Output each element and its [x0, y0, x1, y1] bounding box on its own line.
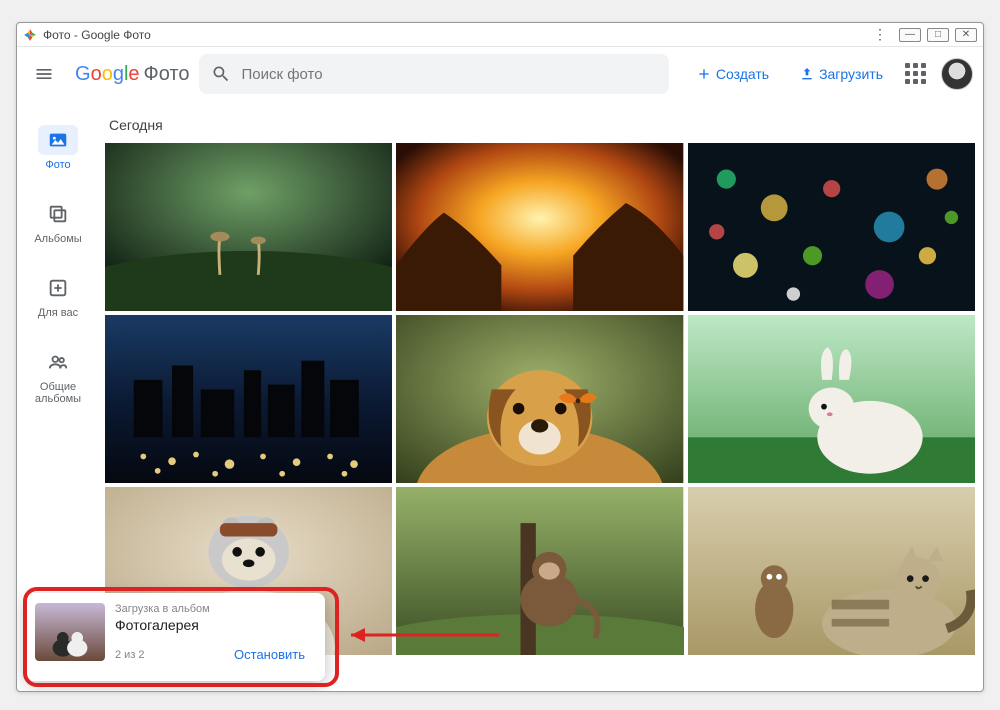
plus-box-icon: [47, 277, 69, 299]
minimize-button[interactable]: —: [899, 28, 921, 42]
people-icon: [47, 351, 69, 373]
upload-toast: Загрузка в альбом Фотогалерея 2 из 2 Ост…: [25, 593, 325, 681]
search-icon: [211, 64, 231, 84]
app-window: Фото - Google Фото ⋮ — □ ✕ Google Фото С…: [16, 22, 984, 692]
toast-thumbnail: [35, 603, 105, 661]
nav-item-label: Общие альбомы: [22, 381, 94, 405]
upload-button[interactable]: Загрузить: [791, 60, 891, 88]
create-button[interactable]: Создать: [688, 60, 777, 88]
photo-thumb[interactable]: [396, 487, 683, 655]
photo-thumb[interactable]: [105, 143, 392, 311]
nav-item-sharing[interactable]: Общие альбомы: [22, 343, 94, 409]
photo-thumb[interactable]: [396, 143, 683, 311]
app-header: Google Фото Создать Загрузить: [17, 47, 983, 101]
albums-icon: [47, 203, 69, 225]
more-menu-icon[interactable]: ⋮: [867, 26, 893, 43]
toast-progress-count: 2 из 2: [115, 649, 145, 661]
window-titlebar: Фото - Google Фото ⋮ — □ ✕: [17, 23, 983, 47]
photo-thumb[interactable]: [688, 487, 975, 655]
photo-thumb[interactable]: [105, 315, 392, 483]
app-icon: [23, 28, 37, 42]
search-input[interactable]: [241, 66, 657, 83]
close-button[interactable]: ✕: [955, 28, 977, 42]
window-title: Фото - Google Фото: [43, 28, 151, 42]
toast-title: Фотогалерея: [115, 617, 315, 633]
photo-thumb[interactable]: [396, 315, 683, 483]
nav-item-label: Для вас: [38, 307, 78, 319]
toast-stop-button[interactable]: Остановить: [224, 641, 315, 668]
upload-icon: [799, 66, 815, 82]
maximize-button[interactable]: □: [927, 28, 949, 42]
section-title: Сегодня: [109, 117, 975, 133]
apps-grid-icon: [905, 63, 927, 85]
hamburger-icon: [34, 64, 54, 84]
toast-caption: Загрузка в альбом: [115, 603, 315, 615]
photo-thumb[interactable]: [688, 315, 975, 483]
product-name: Фото: [144, 63, 190, 86]
search-bar[interactable]: [199, 54, 669, 94]
plus-icon: [696, 66, 712, 82]
nav-item-photos[interactable]: Фото: [22, 121, 94, 175]
menu-button[interactable]: [23, 53, 65, 95]
nav-item-label: Фото: [45, 159, 70, 171]
account-avatar[interactable]: [941, 58, 973, 90]
nav-item-label: Альбомы: [34, 233, 81, 245]
create-button-label: Создать: [716, 66, 769, 82]
google-apps-button[interactable]: [905, 63, 927, 85]
image-icon: [47, 129, 69, 151]
upload-button-label: Загрузить: [819, 66, 883, 82]
google-logo: Google: [75, 63, 140, 86]
nav-item-albums[interactable]: Альбомы: [22, 195, 94, 249]
nav-item-foryou[interactable]: Для вас: [22, 269, 94, 323]
photo-grid: [105, 143, 975, 655]
product-logo[interactable]: Google Фото: [75, 63, 189, 86]
photo-thumb[interactable]: [688, 143, 975, 311]
